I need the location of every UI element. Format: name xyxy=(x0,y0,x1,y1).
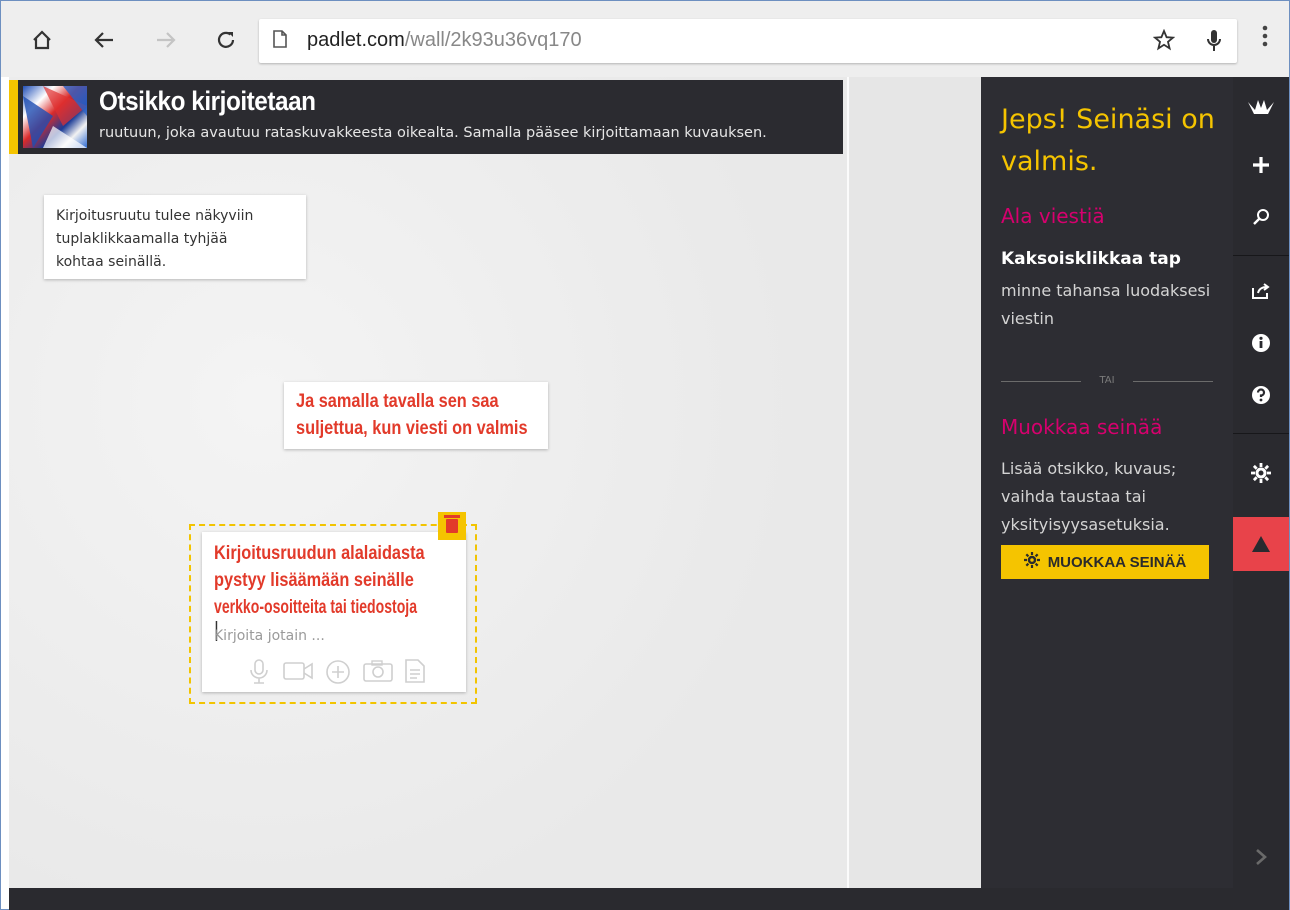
alert-icon xyxy=(1252,536,1270,552)
search-icon[interactable] xyxy=(1233,191,1289,243)
bottom-bar xyxy=(9,888,1289,910)
note-line: kohtaa seinällä. xyxy=(56,254,167,270)
start-instruction: minne tahansa luodaksesi viestin xyxy=(1001,281,1211,328)
attachment-toolbar xyxy=(247,659,425,689)
back-icon[interactable] xyxy=(89,25,119,55)
help-icon[interactable] xyxy=(1233,369,1289,421)
url-text: padlet.com/wall/2k93u36vq170 xyxy=(307,29,582,52)
delete-post-button[interactable] xyxy=(438,512,466,540)
url-host: padlet.com xyxy=(307,29,405,51)
gear-icon[interactable] xyxy=(1233,447,1289,499)
page-icon xyxy=(273,30,287,53)
edit-instruction: Lisää otsikko, kuvaus; vaihda taustaa ta… xyxy=(1001,459,1177,534)
trash-icon xyxy=(444,515,460,533)
note-line: suljettua, kun viesti on valmis xyxy=(296,418,528,439)
post-editor[interactable]: Kirjoitusruudun alalaidasta pystyy lisää… xyxy=(202,532,466,692)
plus-icon[interactable] xyxy=(1233,139,1289,191)
wall-title: Otsikko kirjoitetaan xyxy=(99,86,316,116)
wall-edge xyxy=(847,77,849,889)
editor-line: verkko-osoitteita tai tiedostoja xyxy=(214,597,418,618)
chevron-right-icon[interactable] xyxy=(1233,847,1289,877)
star-icon[interactable] xyxy=(1152,28,1176,57)
header-accent xyxy=(9,80,18,154)
wall-description: ruutuun, joka avautuu rataskuvakkeesta o… xyxy=(99,125,767,141)
start-instruction-bold: Kaksoisklikkaa tap xyxy=(1001,249,1181,269)
wall-header[interactable]: Otsikko kirjoitetaan ruutuun, joka avaut… xyxy=(9,80,843,154)
start-heading: Ala viestiä xyxy=(1001,204,1105,228)
edit-wall-button[interactable]: MUOKKAA SEINÄÄ xyxy=(1001,545,1209,579)
share-icon[interactable] xyxy=(1233,265,1289,317)
page-viewport: Otsikko kirjoitetaan ruutuun, joka avaut… xyxy=(9,77,1289,889)
padlet-logo-icon[interactable] xyxy=(1233,81,1289,133)
divider-line xyxy=(1133,381,1213,382)
editor-line: pystyy lisäämään seinälle xyxy=(214,570,414,591)
reload-icon[interactable] xyxy=(211,25,241,55)
forward-icon[interactable] xyxy=(151,25,181,55)
rail-separator xyxy=(1233,433,1289,434)
or-divider: TAI xyxy=(1001,375,1213,387)
url-path: /wall/2k93u36vq170 xyxy=(404,29,582,51)
mic-icon[interactable] xyxy=(1205,29,1223,59)
address-bar[interactable]: padlet.com/wall/2k93u36vq170 xyxy=(259,19,1237,63)
note-line: Ja samalla tavalla sen saa xyxy=(296,391,499,412)
editor-body-placeholder[interactable]: Kirjoita jotain ... xyxy=(214,628,325,644)
wall-thumbnail xyxy=(23,86,87,148)
rail-separator xyxy=(1233,255,1289,256)
sidebar-title: Jeps! Seinäsi on valmis. xyxy=(1001,104,1215,177)
browser-toolbar: padlet.com/wall/2k93u36vq170 xyxy=(1,1,1289,77)
editor-text[interactable]: Kirjoitusruudun alalaidasta pystyy lisää… xyxy=(214,540,464,641)
edit-heading: Muokkaa seinää xyxy=(1001,415,1163,439)
note-line: tuplaklikkaamalla tyhjää xyxy=(56,231,228,247)
note-post[interactable]: Ja samalla tavalla sen saa suljettua, ku… xyxy=(284,382,548,449)
document-icon[interactable] xyxy=(405,659,425,689)
wall-canvas[interactable]: Otsikko kirjoitetaan ruutuun, joka avaut… xyxy=(9,77,849,889)
home-icon[interactable] xyxy=(27,25,57,55)
editor-line: Kirjoitusruudun alalaidasta xyxy=(214,543,425,564)
wall-background-extension xyxy=(849,77,981,889)
gear-icon xyxy=(1023,552,1040,572)
menu-icon[interactable] xyxy=(1253,25,1277,55)
welcome-sidebar: Jeps! Seinäsi on valmis. Ala viestiä Kak… xyxy=(981,77,1233,889)
info-icon[interactable] xyxy=(1233,317,1289,369)
note-line: Kirjoitusruutu tulee näkyviin xyxy=(56,208,254,224)
edit-wall-button-label: MUOKKAA SEINÄÄ xyxy=(1047,553,1187,571)
video-icon[interactable] xyxy=(283,659,313,689)
icon-rail xyxy=(1233,77,1289,889)
microphone-icon[interactable] xyxy=(247,659,271,689)
camera-icon[interactable] xyxy=(363,659,393,689)
add-link-icon[interactable] xyxy=(325,659,351,689)
note-post[interactable]: Kirjoitusruutu tulee näkyviin tuplaklikk… xyxy=(44,195,306,279)
report-button[interactable] xyxy=(1233,517,1289,571)
